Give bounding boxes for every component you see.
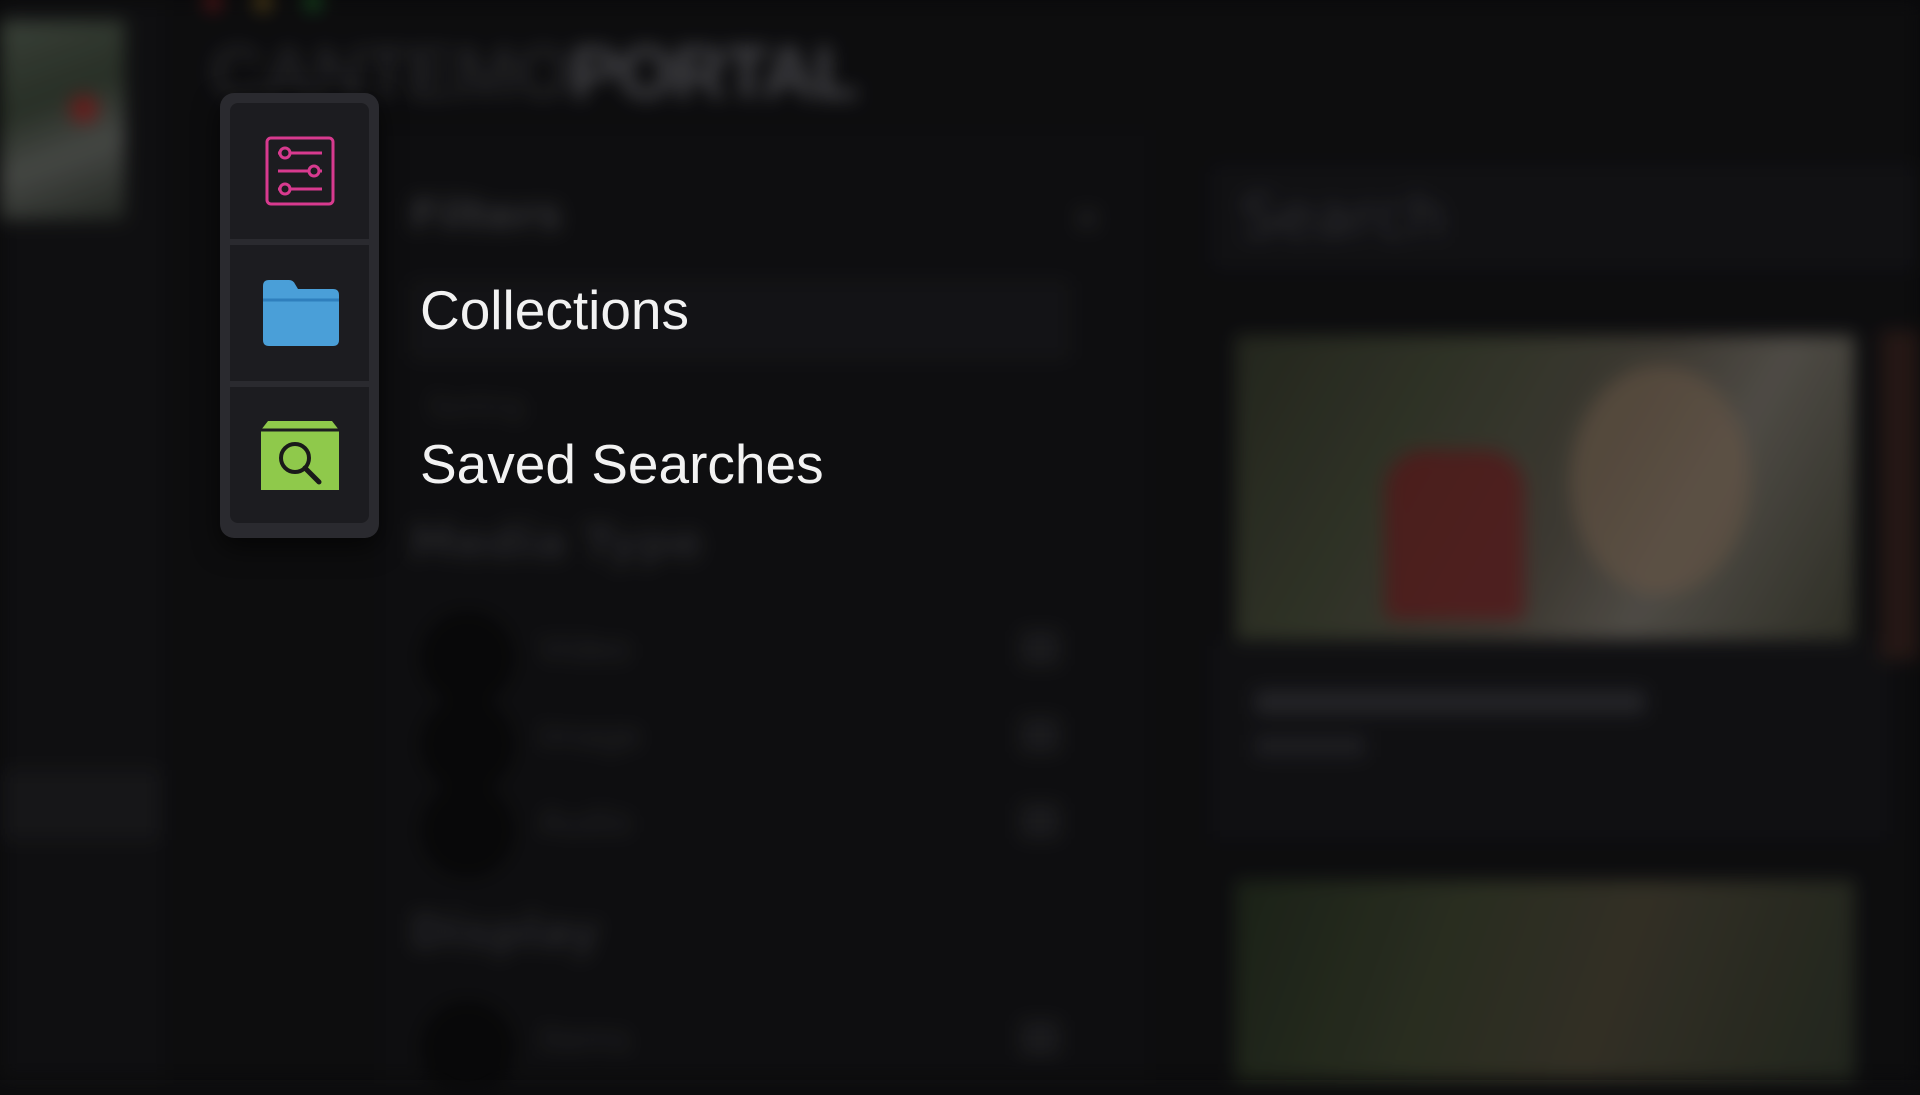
folder-icon bbox=[262, 280, 339, 346]
collections-label[interactable]: Collections bbox=[420, 278, 689, 342]
filters-menu-item[interactable] bbox=[230, 103, 369, 239]
collections-menu-item[interactable] bbox=[230, 245, 369, 381]
navigation-icon-panel bbox=[220, 93, 379, 538]
saved-searches-label[interactable]: Saved Searches bbox=[420, 432, 824, 496]
filters-icon bbox=[265, 136, 334, 206]
saved-search-icon bbox=[260, 421, 339, 490]
saved-searches-menu-item[interactable] bbox=[230, 387, 369, 523]
